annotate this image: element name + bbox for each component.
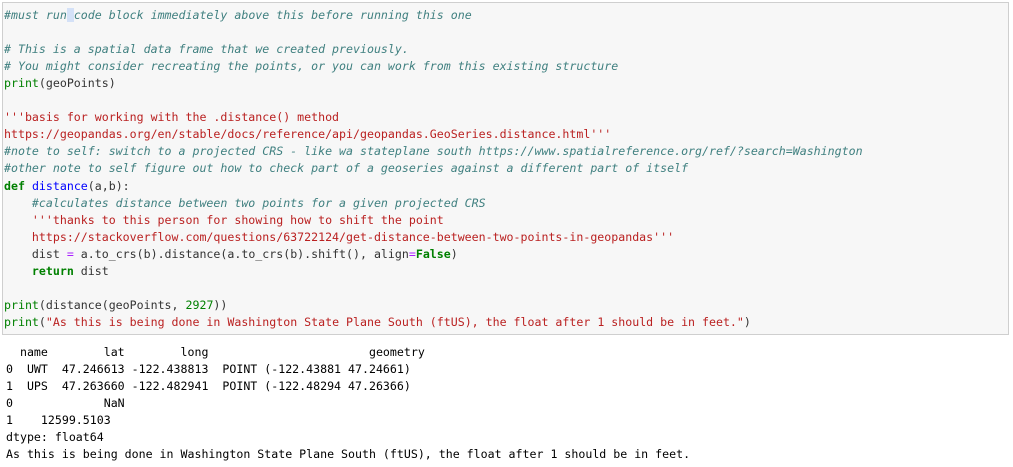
code-token: (geoPoints) — [38, 76, 116, 91]
output-line: 1 12599.5103 — [6, 413, 111, 428]
code-token: # You might consider recreating the poin… — [4, 59, 619, 74]
code-token: 2927 — [185, 297, 214, 312]
code-line[interactable]: https://geopandas.org/en/stable/docs/ref… — [4, 126, 611, 143]
code-token: #calculates distance between two points … — [31, 195, 486, 210]
code-line[interactable]: #note to self: switch to a projected CRS… — [4, 143, 863, 160]
code-token: '''basis for working with the .distance(… — [4, 110, 340, 125]
code-line[interactable]: print(geoPoints) — [4, 75, 116, 92]
code-line[interactable]: def distance(a,b): — [4, 178, 130, 195]
code-line[interactable]: return dist — [4, 263, 109, 280]
output-line: dtype: float64 — [6, 430, 104, 445]
code-token: #must run — [4, 8, 67, 22]
code-line[interactable]: dist = a.to_crs(b).distance(a.to_crs(b).… — [4, 246, 458, 263]
code-token: = — [66, 246, 74, 261]
output-line: As this is being done in Washington Stat… — [6, 447, 691, 462]
code-token: ( — [38, 314, 46, 329]
code-line[interactable]: '''basis for working with the .distance(… — [4, 109, 339, 126]
code-token: #note to self: switch to a projected CRS… — [4, 144, 863, 159]
code-token: (distance(geoPoints, — [38, 297, 186, 312]
code-token: return — [31, 263, 74, 278]
code-line[interactable]: https://stackoverflow.com/questions/6372… — [4, 229, 674, 246]
code-token: # This is a spatial data frame that we c… — [4, 42, 409, 57]
code-token: def — [4, 178, 25, 193]
code-token: a.to_crs(b).distance(a.to_crs(b).shift()… — [73, 246, 409, 261]
code-token: https://stackoverflow.com/questions/6372… — [4, 229, 675, 244]
code-token: dist — [73, 263, 109, 278]
code-token: dist — [4, 246, 67, 261]
code-line[interactable]: print(distance(geoPoints, 2927)) — [4, 297, 227, 314]
code-line[interactable]: print("As this is being done in Washingt… — [4, 314, 751, 331]
code-line[interactable]: #calculates distance between two points … — [4, 195, 486, 212]
code-token: ) — [450, 246, 458, 261]
output-line: 1 UPS 47.263660 -122.482941 POINT (-122.… — [6, 379, 411, 394]
code-line[interactable]: #other note to self figure out how to ch… — [4, 160, 688, 177]
code-token: = — [408, 246, 416, 261]
code-token: distance — [31, 178, 88, 193]
output-line: 0 NaN — [6, 396, 125, 411]
code-token: print — [4, 297, 39, 312]
code-line[interactable]: # This is a spatial data frame that we c… — [4, 41, 409, 58]
code-line[interactable]: #must run code block immediately above t… — [4, 7, 472, 24]
code-token: )) — [213, 297, 228, 312]
code-token: (a,b): — [87, 178, 130, 193]
code-token: ) — [743, 314, 751, 329]
code-line[interactable]: '''thanks to this person for showing how… — [4, 212, 444, 229]
code-token: https://geopandas.org/en/stable/docs/ref… — [4, 127, 612, 142]
code-token: '''thanks to this person for showing how… — [4, 212, 444, 227]
code-token — [66, 8, 74, 22]
code-token: print — [4, 314, 39, 329]
output-line: 0 UWT 47.246613 -122.438813 POINT (-122.… — [6, 362, 411, 377]
code-token: print — [4, 76, 39, 91]
code-token: #other note to self figure out how to ch… — [4, 161, 689, 176]
output-line: name lat long geometry — [6, 345, 425, 359]
code-line[interactable]: # You might consider recreating the poin… — [4, 58, 618, 75]
code-token: False — [415, 246, 451, 261]
code-token: code block immediately above this before… — [73, 8, 472, 22]
code-token: "As this is being done in Washington Sta… — [45, 314, 744, 329]
